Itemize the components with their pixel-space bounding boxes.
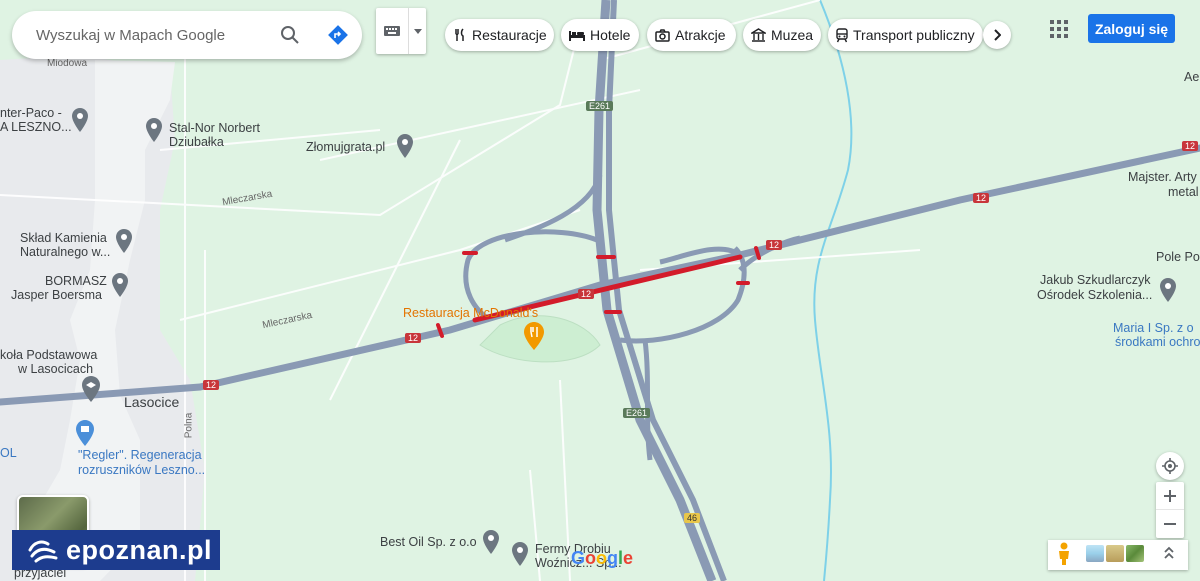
bed-icon <box>569 31 585 41</box>
chip-label: Atrakcje <box>675 27 726 43</box>
layer-thumbnail[interactable] <box>1126 545 1144 562</box>
keyboard-icon[interactable] <box>376 8 409 54</box>
search-box[interactable] <box>12 11 362 59</box>
place-label[interactable]: Jasper Boersma <box>11 288 102 302</box>
camera-icon <box>655 28 670 42</box>
place-label[interactable]: Złomujgrata.pl <box>306 140 385 154</box>
place-label[interactable]: rozruszników Leszno... <box>78 463 205 477</box>
place-label[interactable]: Naturalnego w... <box>20 245 110 259</box>
chip-label: Transport publiczny <box>853 27 975 43</box>
place-label[interactable]: A LESZNO... <box>0 120 72 134</box>
street-label: Miodowa <box>47 58 88 69</box>
epoznan-watermark: epoznan.pl <box>12 530 220 570</box>
place-label[interactable]: Maria I Sp. z o <box>1113 321 1194 335</box>
place-pin-icon[interactable] <box>112 273 128 297</box>
restaurant-pin-icon[interactable] <box>524 322 544 350</box>
road-shield: 12 <box>203 380 220 390</box>
place-label[interactable]: Restauracja McDonald's <box>403 306 538 320</box>
museum-icon <box>751 28 766 42</box>
plus-icon[interactable] <box>1156 482 1184 510</box>
chevron-right-icon[interactable] <box>983 21 1011 49</box>
place-label[interactable]: Majster. Arty <box>1128 170 1197 184</box>
chip-public-transport[interactable]: Transport publiczny <box>828 19 983 51</box>
road-shield: 46 <box>684 513 701 523</box>
layer-thumbnail[interactable] <box>1106 545 1124 562</box>
chevron-down-icon[interactable] <box>409 8 426 54</box>
chip-restaurants[interactable]: Restauracje <box>445 19 554 51</box>
chip-label: Hotele <box>590 27 631 43</box>
place-label[interactable]: BORMASZ <box>45 274 107 288</box>
place-label[interactable]: środkami ochro <box>1115 335 1200 349</box>
my-location-icon[interactable] <box>1156 452 1184 480</box>
apps-grid-icon[interactable] <box>1049 19 1069 39</box>
place-label[interactable]: metal <box>1168 185 1199 199</box>
shop-pin-icon[interactable] <box>76 420 94 446</box>
place-label[interactable]: Skład Kamienia <box>20 231 107 245</box>
train-icon <box>836 27 848 42</box>
place-pin-icon[interactable] <box>146 118 162 142</box>
place-label[interactable]: nter-Paco - <box>0 106 62 120</box>
edge-label: Ae <box>1184 70 1200 84</box>
town-label: Lasocice <box>124 394 180 410</box>
road-shield: 12 <box>578 289 595 299</box>
road-shield: 12 <box>766 240 783 250</box>
fork-knife-icon <box>455 28 464 41</box>
chip-museums[interactable]: Muzea <box>743 19 821 51</box>
road-shield: E261 <box>586 101 614 111</box>
road-shield: 12 <box>973 193 990 203</box>
map-canvas[interactable] <box>0 0 1200 581</box>
place-label[interactable]: koła Podstawowa <box>0 348 97 362</box>
place-label[interactable]: Ośrodek Szkolenia... <box>1037 288 1152 302</box>
road-shield: 12 <box>1182 141 1199 151</box>
chip-label: Restauracje <box>472 27 547 43</box>
road-shield: 12 <box>405 333 422 343</box>
chip-attractions[interactable]: Atrakcje <box>647 19 736 51</box>
google-logo: Google <box>571 548 634 568</box>
input-tools[interactable] <box>376 8 426 54</box>
road-shield: E261 <box>623 408 651 418</box>
place-pin-icon[interactable] <box>512 542 528 566</box>
epoznan-logo-icon <box>28 540 58 563</box>
watermark-text: epoznan.pl <box>66 534 212 565</box>
place-pin-icon[interactable] <box>483 530 499 554</box>
place-label[interactable]: Stal-Nor Norbert <box>169 121 260 135</box>
zoom-controls[interactable] <box>1156 482 1184 538</box>
place-pin-icon[interactable] <box>1160 278 1176 302</box>
pegman-icon[interactable] <box>1056 542 1072 566</box>
layer-thumbnail[interactable] <box>1086 545 1104 562</box>
expand-icon[interactable] <box>1162 546 1176 560</box>
place-pin-icon[interactable] <box>116 229 132 253</box>
directions-icon[interactable] <box>326 23 350 47</box>
minus-icon[interactable] <box>1156 510 1184 538</box>
place-label[interactable]: Best Oil Sp. z o.o <box>380 535 477 549</box>
place-pin-icon[interactable] <box>72 108 88 132</box>
place-pin-icon[interactable] <box>397 134 413 158</box>
place-label[interactable]: Pole Po <box>1156 250 1200 264</box>
chip-label: Muzea <box>771 27 814 43</box>
place-label[interactable]: "Regler". Regeneracja <box>78 448 202 462</box>
edge-label: OL <box>0 446 17 460</box>
place-label[interactable]: Jakub Szkudlarczyk <box>1040 273 1150 287</box>
chip-hotels[interactable]: Hotele <box>561 19 639 51</box>
login-button[interactable]: Zaloguj się <box>1088 14 1175 43</box>
search-input[interactable] <box>34 25 268 45</box>
search-icon[interactable] <box>278 23 302 47</box>
school-pin-icon[interactable] <box>82 376 100 402</box>
street-label: Polna <box>183 412 195 439</box>
place-label[interactable]: w Lasocicach <box>18 362 93 376</box>
place-label[interactable]: Dziubałka <box>169 135 224 149</box>
